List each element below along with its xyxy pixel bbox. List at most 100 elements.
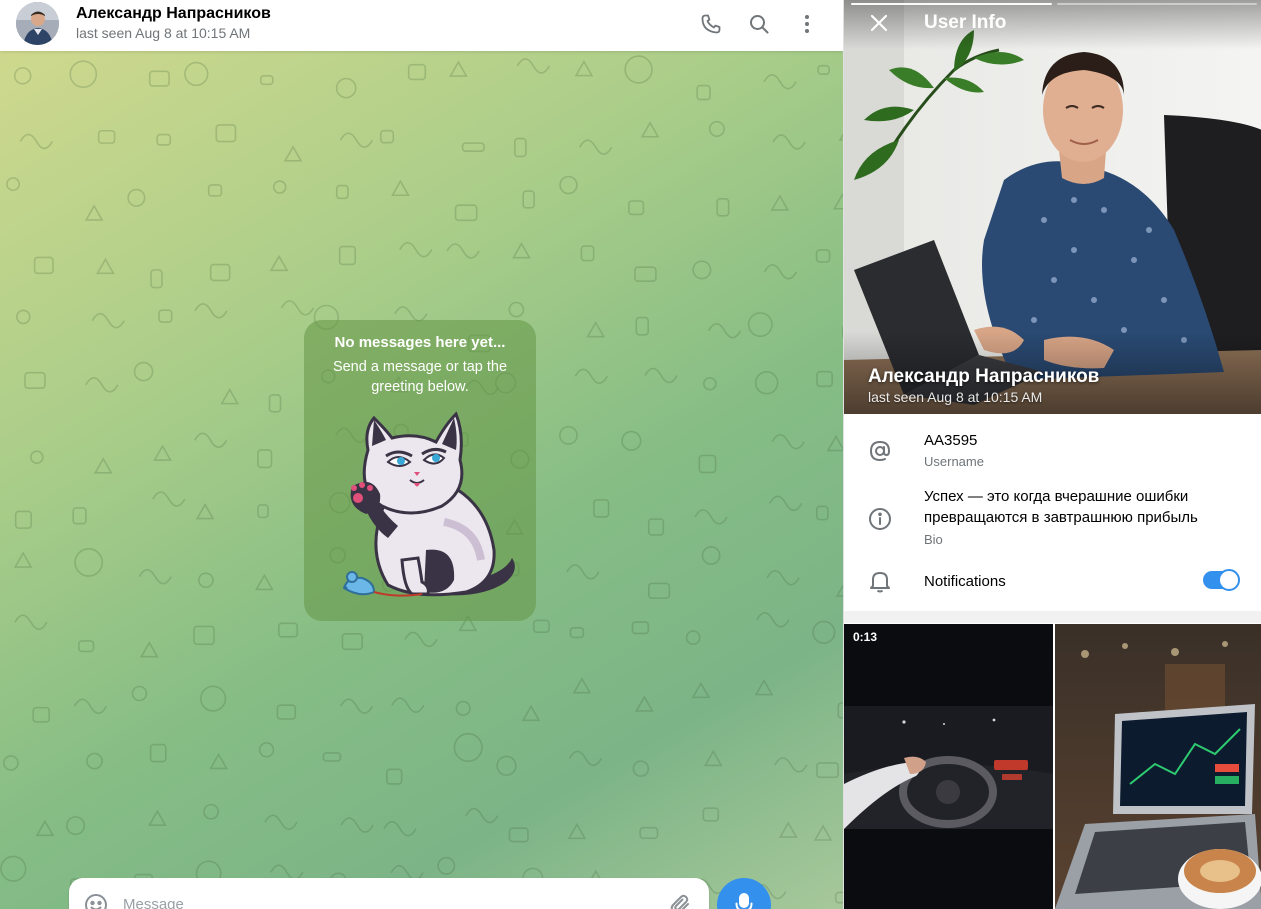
username-row[interactable]: AA3595 Username [844, 414, 1261, 480]
pattern-doodle [407, 63, 427, 81]
pattern-doodle [774, 757, 808, 773]
bio-row[interactable]: Успех — это когда вчерашние ошибки превр… [844, 480, 1261, 556]
pattern-doodle [13, 551, 33, 568]
video-duration: 0:13 [853, 630, 878, 644]
pattern-doodle [708, 120, 725, 137]
pattern-doodle [193, 625, 215, 646]
phone-icon [701, 14, 721, 34]
pattern-doodle [195, 502, 215, 520]
avatar[interactable] [16, 2, 59, 45]
pattern-doodle [703, 749, 723, 767]
pattern-doodle [574, 368, 608, 385]
pattern-doodle [198, 572, 214, 589]
pattern-doodle [566, 564, 600, 580]
pattern-doodle [826, 434, 843, 452]
pattern-doodle [632, 760, 650, 777]
pattern-doodle [624, 55, 653, 84]
pattern-doodle [574, 59, 594, 77]
pattern-doodle [696, 84, 711, 101]
photo-bar[interactable] [1056, 3, 1257, 5]
pattern-doodle [13, 67, 32, 85]
pattern-doodle [815, 249, 831, 263]
pattern-doodle [437, 856, 456, 875]
pattern-doodle [96, 257, 115, 275]
pattern-doodle [817, 64, 830, 75]
notifications-row[interactable]: Notifications [844, 561, 1261, 601]
pattern-doodle [220, 388, 240, 405]
pattern-doodle [634, 266, 657, 282]
pattern-doodle [816, 370, 833, 388]
pattern-doodle [692, 260, 712, 280]
media-photo[interactable] [1055, 624, 1261, 909]
pattern-doodle [335, 77, 357, 99]
pattern-doodle [513, 137, 527, 158]
pattern-doodle [628, 200, 645, 216]
pattern-doodle [454, 204, 478, 222]
empty-chat-card: No messages here yet... Send a message o… [304, 320, 536, 621]
pattern-doodle [156, 133, 172, 146]
pattern-doodle [150, 269, 163, 289]
pattern-doodle [772, 134, 806, 150]
photo-bar[interactable] [851, 3, 1052, 5]
pattern-doodle [691, 681, 711, 699]
pattern-doodle [635, 316, 649, 336]
emoji-icon[interactable] [83, 892, 109, 909]
pattern-doodle [644, 367, 678, 384]
chat-header[interactable]: Александр Напрасников last seen Aug 8 at… [0, 0, 843, 51]
pattern-doodle [258, 742, 275, 758]
pattern-doodle [148, 70, 170, 87]
media-video[interactable]: 0:13 [844, 624, 1053, 909]
username-label: Username [924, 454, 984, 469]
pattern-doodle [24, 371, 46, 389]
pattern-doodle [379, 129, 395, 144]
pattern-doodle [65, 816, 86, 836]
bell-icon [870, 572, 890, 593]
pattern-doodle [512, 242, 531, 259]
pattern-doodle [340, 817, 374, 833]
attach-icon[interactable] [668, 892, 694, 909]
pattern-doodle [69, 60, 98, 89]
pattern-doodle [572, 677, 592, 694]
pattern-doodle [74, 548, 104, 577]
close-icon[interactable] [866, 10, 892, 36]
pattern-doodle [640, 121, 660, 138]
pattern-doodle [559, 175, 578, 195]
pattern-doodle [593, 499, 610, 518]
pattern-doodle [209, 752, 229, 770]
pattern-doodle [33, 256, 54, 275]
pattern-doodle [383, 820, 417, 837]
pattern-doodle [93, 457, 113, 474]
pattern-doodle [194, 303, 228, 319]
search-icon [750, 15, 769, 34]
message-input[interactable] [123, 892, 643, 909]
pattern-doodle [522, 190, 535, 209]
pattern-doodle [832, 193, 843, 210]
pattern-doodle [578, 139, 613, 155]
search-button[interactable] [743, 8, 775, 40]
profile-photo[interactable]: User Info Александр Напрасников last see… [844, 0, 1261, 414]
more-button[interactable] [791, 8, 823, 40]
pattern-doodle [207, 184, 223, 197]
pattern-doodle [621, 430, 642, 451]
chat-title[interactable]: Александр Напрасников [76, 5, 271, 23]
pattern-doodle [404, 631, 438, 648]
pattern-doodle [461, 142, 485, 152]
message-composer[interactable] [69, 878, 709, 909]
microphone-icon [735, 893, 753, 909]
pattern-doodle [6, 177, 21, 192]
info-icon [869, 508, 891, 530]
pattern-doodle [153, 444, 172, 461]
notifications-toggle[interactable] [1203, 569, 1240, 591]
pattern-doodle [694, 509, 728, 525]
pattern-doodle [269, 254, 289, 272]
pattern-doodle [446, 243, 480, 259]
pattern-doodle [716, 198, 730, 217]
call-button[interactable] [695, 8, 727, 40]
chat-area: Александр Напрасников last seen Aug 8 at… [0, 0, 843, 909]
cat-waving-sticker[interactable] [326, 410, 516, 610]
pattern-doodle [568, 750, 603, 767]
pattern-doodle [148, 809, 167, 827]
pattern-doodle [508, 301, 525, 318]
profile-status: last seen Aug 8 at 10:15 AM [868, 389, 1043, 405]
pattern-doodle [756, 612, 790, 628]
